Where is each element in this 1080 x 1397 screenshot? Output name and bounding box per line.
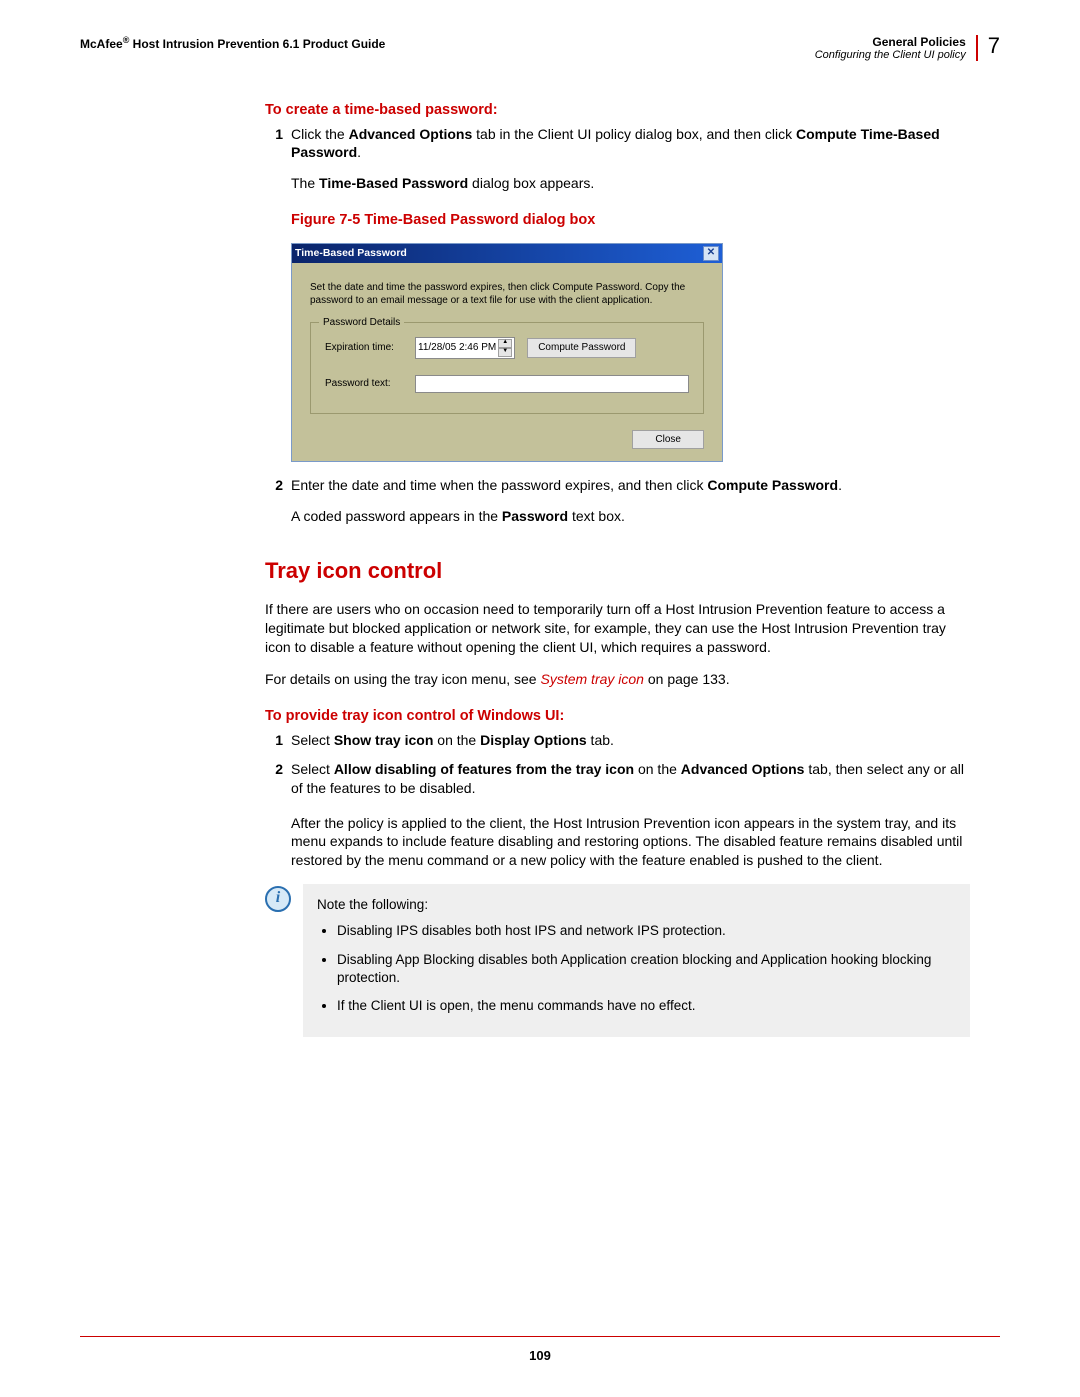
proc-heading-create-password: To create a time-based password: xyxy=(265,101,970,121)
header-left: McAfee® Host Intrusion Prevention 6.1 Pr… xyxy=(80,35,385,51)
spinner-down-icon[interactable]: ▼ xyxy=(498,348,512,357)
chapter-number: 7 xyxy=(978,35,1000,57)
tray-para-1: If there are users who on occasion need … xyxy=(265,600,970,657)
password-text-input[interactable] xyxy=(415,375,689,393)
tray-step-1: 1 Select Show tray icon on the Display O… xyxy=(265,731,970,750)
password-details-group: Password Details Expiration time: 11/28/… xyxy=(310,322,704,414)
dialog-title: Time-Based Password xyxy=(295,246,407,260)
compute-password-button[interactable]: Compute Password xyxy=(527,338,636,358)
content: To create a time-based password: 1 Click… xyxy=(265,101,970,1037)
note: i Note the following: Disabling IPS disa… xyxy=(265,884,970,1037)
note-bullet: Disabling IPS disables both host IPS and… xyxy=(337,922,956,940)
password-text-label: Password text: xyxy=(325,377,415,391)
time-based-password-dialog: Time-Based Password ✕ Set the date and t… xyxy=(291,243,723,463)
note-bullet: If the Client UI is open, the menu comma… xyxy=(337,997,956,1015)
step-1: 1 Click the Advanced Options tab in the … xyxy=(265,125,970,163)
dialog-instructions: Set the date and time the password expir… xyxy=(310,281,704,308)
header-section: General Policies xyxy=(872,35,965,49)
group-legend: Password Details xyxy=(319,316,404,330)
figure-dialog: Time-Based Password ✕ Set the date and t… xyxy=(291,243,970,463)
system-tray-icon-link[interactable]: System tray icon xyxy=(540,671,643,687)
expiration-input[interactable]: 11/28/05 2:46 PM ▲ ▼ xyxy=(415,337,515,359)
step-2-result: A coded password appears in the Password… xyxy=(291,507,970,526)
expiration-label: Expiration time: xyxy=(325,341,415,355)
tray-para-3: After the policy is applied to the clien… xyxy=(291,814,970,871)
spinner[interactable]: ▲ ▼ xyxy=(498,339,512,357)
tray-para-2: For details on using the tray icon menu,… xyxy=(265,670,970,689)
info-icon: i xyxy=(265,886,291,912)
page-number: 109 xyxy=(0,1348,1080,1363)
page: McAfee® Host Intrusion Prevention 6.1 Pr… xyxy=(0,0,1080,1397)
header-sub: Configuring the Client UI policy xyxy=(815,49,966,61)
figure-caption: Figure 7-5 Time-Based Password dialog bo… xyxy=(291,211,970,231)
note-bullet: Disabling App Blocking disables both App… xyxy=(337,951,956,987)
header-right: General Policies Configuring the Client … xyxy=(815,35,1000,61)
close-button[interactable]: Close xyxy=(632,430,704,450)
step-1-result: The Time-Based Password dialog box appea… xyxy=(291,174,970,193)
footer-rule xyxy=(80,1336,1000,1337)
proc-heading-tray-control: To provide tray icon control of Windows … xyxy=(265,707,970,727)
spinner-up-icon[interactable]: ▲ xyxy=(498,339,512,348)
tray-step-2: 2 Select Allow disabling of features fro… xyxy=(265,760,970,798)
note-intro: Note the following: xyxy=(317,896,956,914)
dialog-titlebar: Time-Based Password ✕ xyxy=(292,244,722,263)
close-icon[interactable]: ✕ xyxy=(703,246,719,261)
step-2: 2 Enter the date and time when the passw… xyxy=(265,476,970,495)
page-header: McAfee® Host Intrusion Prevention 6.1 Pr… xyxy=(80,35,1000,61)
tray-icon-heading: Tray icon control xyxy=(265,556,970,586)
